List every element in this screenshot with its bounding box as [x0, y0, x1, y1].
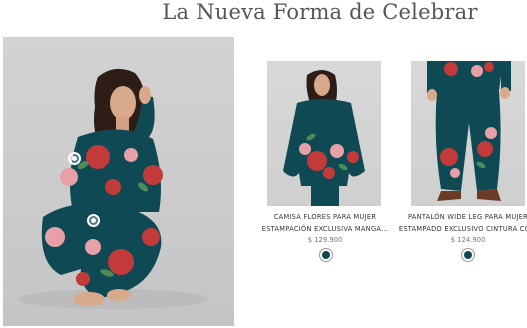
shirt-illustration	[283, 70, 365, 206]
shirt-hotspot[interactable]	[68, 152, 81, 165]
product-name-line2[interactable]: ESTAMPACIÓN EXCLUSIVA MANGA...	[250, 223, 400, 235]
model-illustration	[18, 68, 208, 309]
product-image-shirt[interactable]	[267, 61, 381, 206]
product-name-line2[interactable]: ESTAMPADO EXCLUSIVO CINTURA CO...	[393, 223, 527, 235]
hero-image[interactable]	[3, 37, 234, 326]
pants-illustration	[427, 61, 511, 201]
pants-hotspot[interactable]	[87, 214, 100, 227]
section-title: La Nueva Forma de Celebrar	[162, 0, 478, 24]
color-swatch[interactable]	[320, 249, 332, 261]
product-price: $ 124.900	[450, 236, 486, 244]
product-image-pants[interactable]	[411, 61, 525, 206]
product-name-line1[interactable]: PANTALÓN WIDE LEG PARA MUJER	[393, 211, 527, 223]
color-swatch[interactable]	[462, 249, 474, 261]
product-name-line1[interactable]: CAMISA FLORES PARA MUJER	[250, 211, 400, 223]
product-price: $ 129.900	[307, 236, 343, 244]
